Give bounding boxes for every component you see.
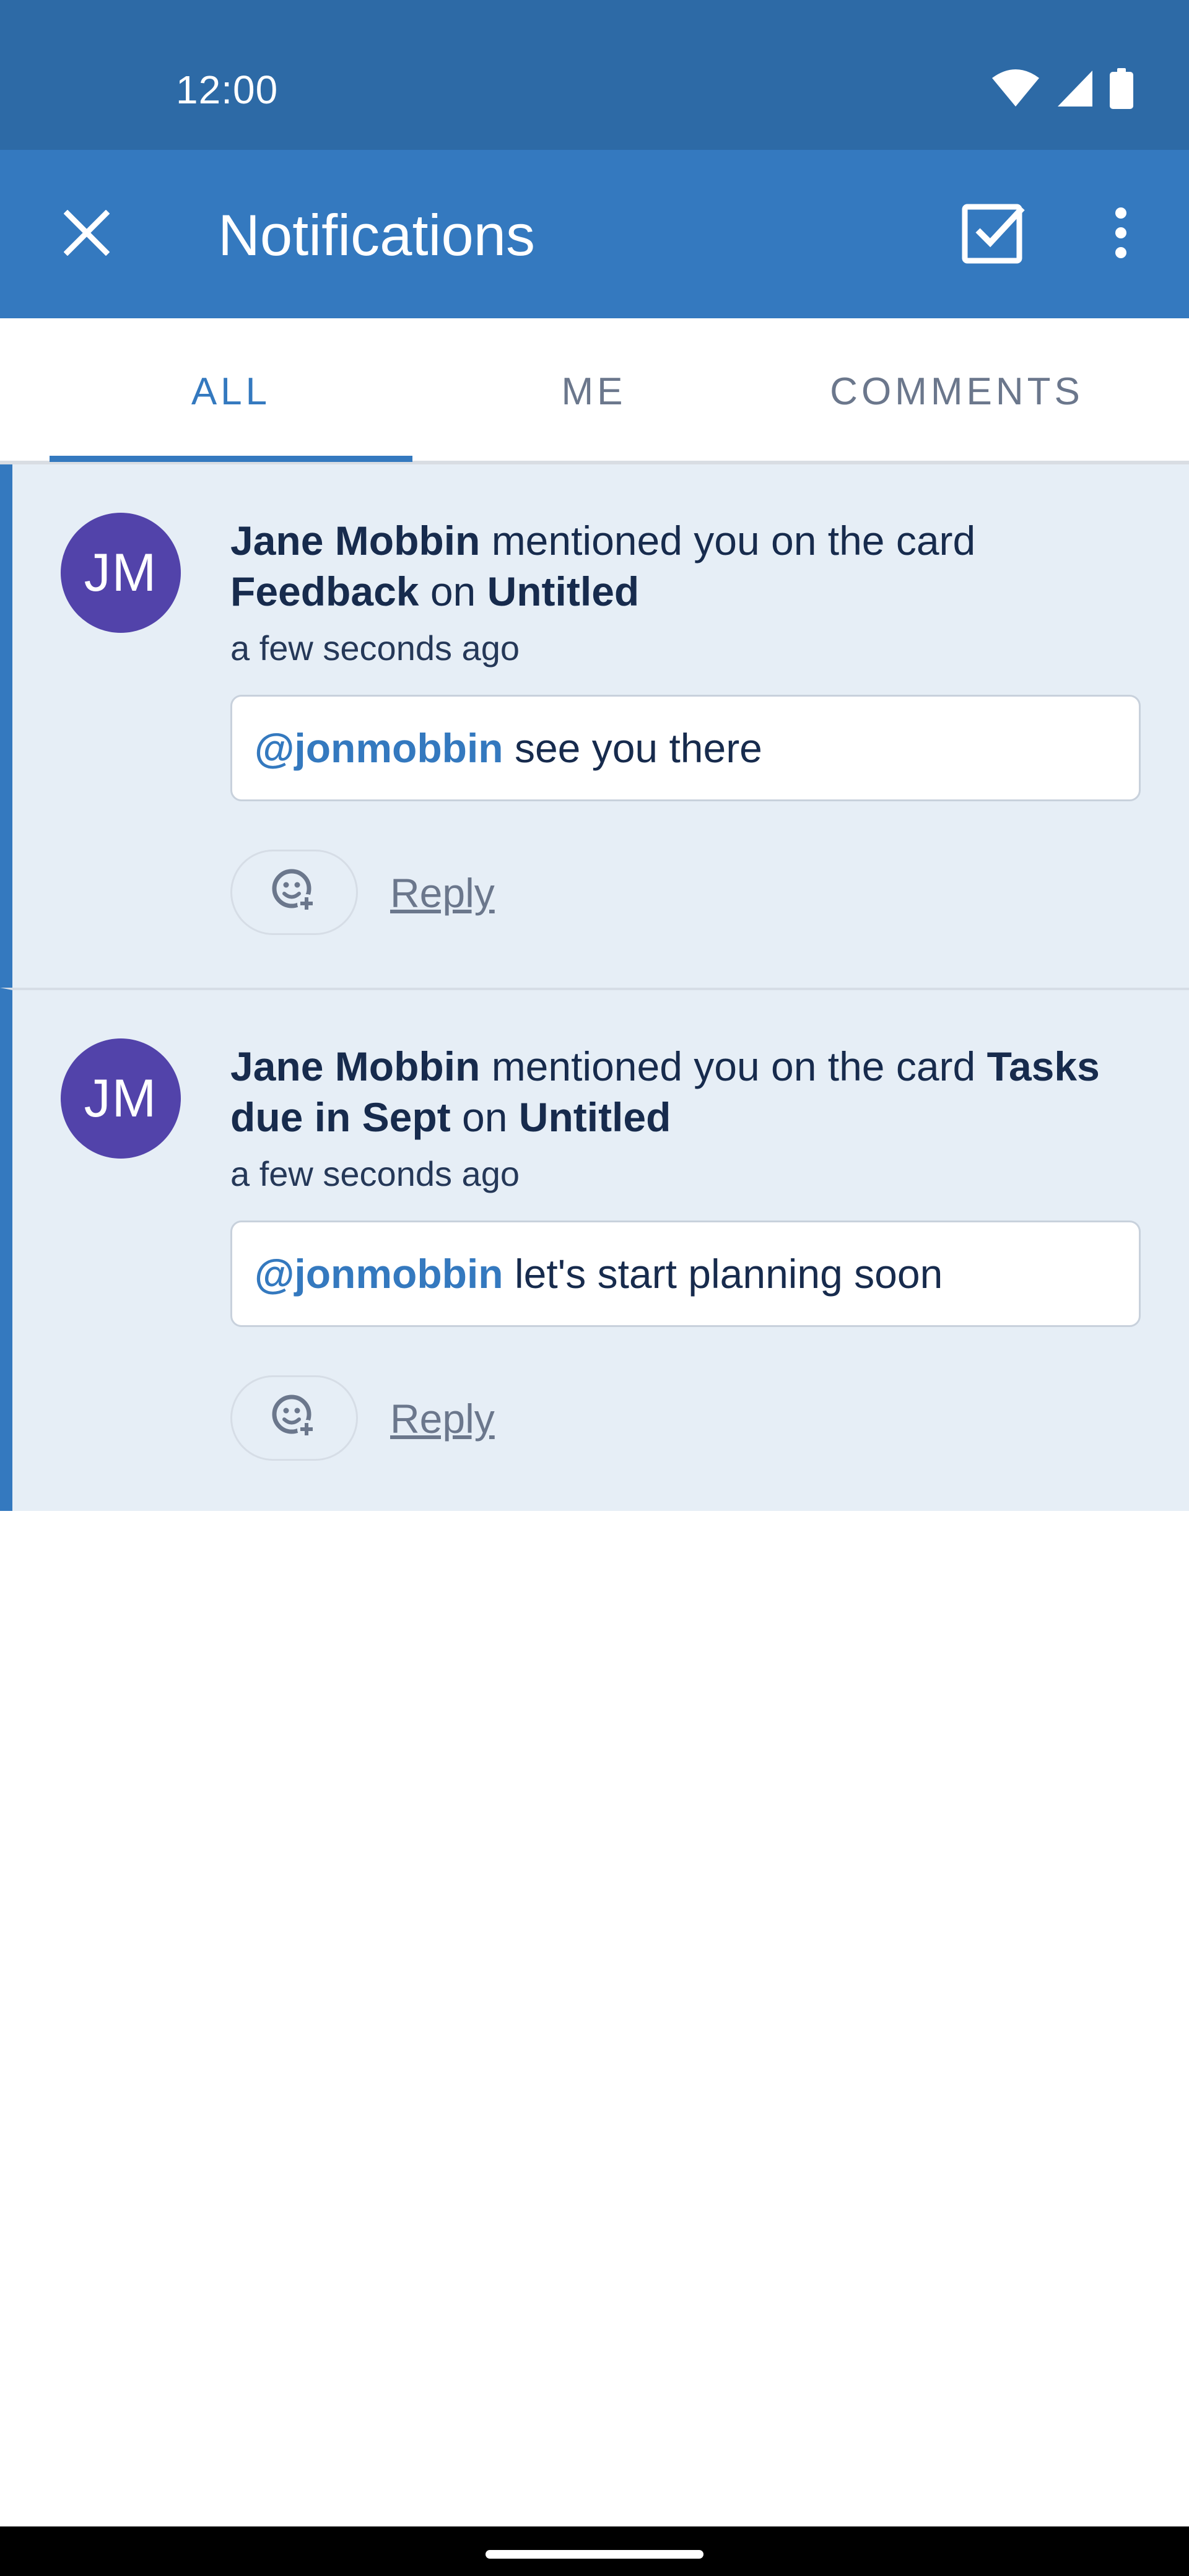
close-icon: [63, 209, 110, 259]
mark-all-read-button[interactable]: [947, 191, 1040, 277]
notification-item[interactable]: JM Jane Mobbin mentioned you on the card…: [0, 464, 1189, 988]
wifi-icon: [991, 69, 1040, 108]
add-reaction-button[interactable]: [230, 850, 358, 935]
reply-link[interactable]: Reply: [390, 1394, 495, 1443]
notification-action: mentioned you on the card: [480, 1043, 987, 1089]
add-reaction-button[interactable]: [230, 1375, 358, 1461]
status-bar: 12:00: [0, 0, 1189, 150]
tab-comments[interactable]: COMMENTS: [775, 318, 1138, 464]
notification-list: JM Jane Mobbin mentioned you on the card…: [0, 464, 1189, 1511]
notification-message: Jane Mobbin mentioned you on the card Fe…: [230, 515, 1159, 617]
comment-text: see you there: [503, 725, 762, 771]
status-icons: [991, 67, 1133, 110]
comment-text: let's start planning soon: [503, 1251, 943, 1297]
notification-message: Jane Mobbin mentioned you on the card Ta…: [230, 1041, 1159, 1142]
tab-all[interactable]: ALL: [50, 318, 412, 464]
notification-board-name[interactable]: Untitled: [519, 1094, 671, 1140]
add-emoji-icon: [269, 866, 319, 919]
notification-action: mentioned you on the card: [480, 518, 976, 564]
notification-board-name[interactable]: Untitled: [487, 568, 640, 614]
mention-link[interactable]: @jonmobbin: [255, 1250, 503, 1297]
add-emoji-icon: [269, 1392, 319, 1445]
reply-link[interactable]: Reply: [390, 868, 495, 918]
home-gesture-handle[interactable]: [486, 2550, 703, 2559]
more-vertical-icon: [1113, 207, 1128, 262]
notification-card-name[interactable]: Feedback: [230, 568, 419, 614]
notification-timestamp: a few seconds ago: [230, 1154, 520, 1193]
notification-actor[interactable]: Jane Mobbin: [230, 518, 480, 564]
tab-bar: ALL ME COMMENTS: [0, 318, 1189, 464]
comment-preview[interactable]: @jonmobbin let's start planning soon: [230, 1221, 1141, 1327]
close-button[interactable]: [43, 191, 130, 277]
app-bar: Notifications: [0, 150, 1189, 318]
comment-preview[interactable]: @jonmobbin see you there: [230, 695, 1141, 801]
notification-connector: on: [419, 568, 487, 614]
notification-timestamp: a few seconds ago: [230, 629, 520, 668]
avatar[interactable]: JM: [61, 513, 181, 633]
notification-item[interactable]: JM Jane Mobbin mentioned you on the card…: [0, 988, 1189, 1511]
checkbox-checked-icon: [962, 202, 1026, 267]
page-title: Notifications: [218, 202, 535, 268]
tab-me[interactable]: ME: [412, 318, 775, 464]
system-nav-bar: [0, 2526, 1189, 2576]
cellular-signal-icon: [1056, 69, 1094, 108]
more-options-button[interactable]: [1084, 191, 1158, 277]
battery-icon: [1110, 68, 1133, 109]
notification-connector: on: [450, 1094, 519, 1140]
active-tab-indicator: [50, 456, 412, 462]
status-time: 12:00: [176, 67, 279, 112]
avatar[interactable]: JM: [61, 1038, 181, 1159]
notification-actor[interactable]: Jane Mobbin: [230, 1043, 480, 1089]
mention-link[interactable]: @jonmobbin: [255, 724, 503, 772]
